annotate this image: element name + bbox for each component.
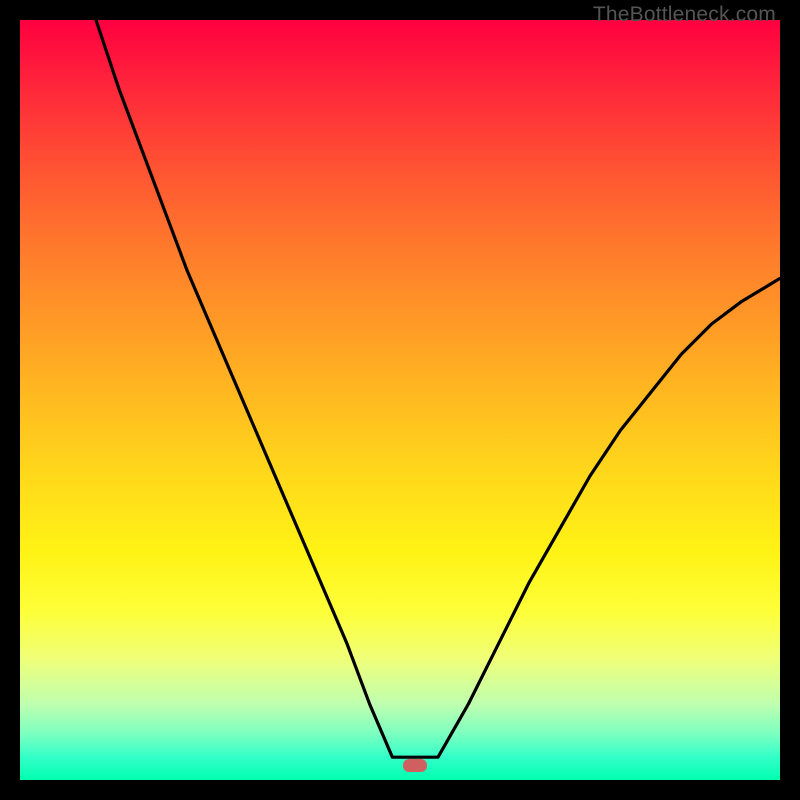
outer-frame: TheBottleneck.com (0, 0, 800, 800)
curve-layer (20, 20, 780, 780)
bottleneck-curve (96, 20, 780, 757)
optimal-point-marker (403, 759, 427, 772)
watermark-text: TheBottleneck.com (593, 3, 776, 27)
